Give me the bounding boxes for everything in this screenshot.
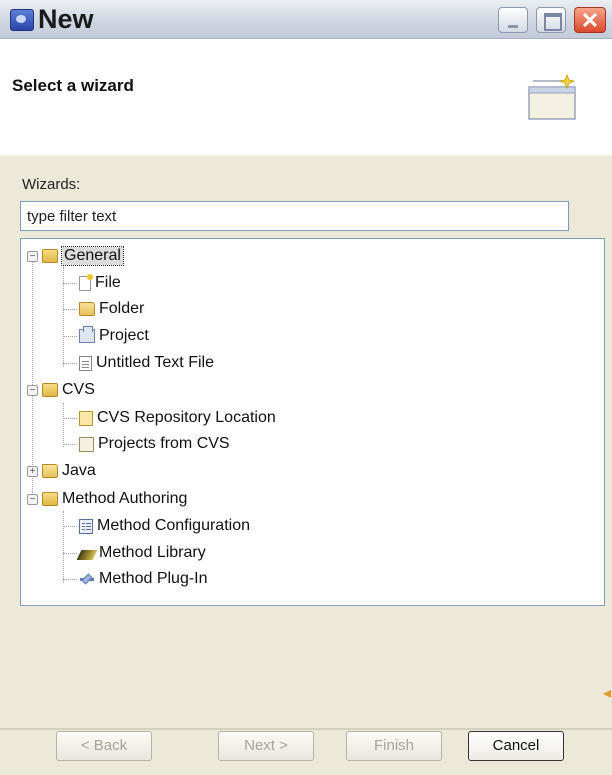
- tree-item-general[interactable]: − General: [27, 243, 124, 269]
- tree-guide-line: [63, 267, 64, 367]
- tree-item-label: CVS Repository Location: [97, 409, 276, 426]
- tree-item-label: Folder: [99, 300, 145, 317]
- tree-item-untitled-text-file[interactable]: Untitled Text File: [79, 350, 214, 376]
- wizard-tree[interactable]: − General File Folder Project Untitled T…: [20, 238, 605, 606]
- tree-guide-line: [63, 363, 77, 364]
- plug-in-icon: [79, 573, 95, 585]
- tree-guide-line: [63, 553, 77, 554]
- collapse-icon[interactable]: −: [27, 250, 38, 262]
- tree-item-file[interactable]: File: [79, 270, 121, 296]
- tree-item-project[interactable]: Project: [79, 323, 149, 349]
- tree-item-label: Untitled Text File: [96, 354, 214, 371]
- open-folder-icon: [42, 492, 58, 506]
- finish-button[interactable]: Finish: [346, 731, 442, 761]
- repository-icon: [79, 410, 93, 426]
- tree-item-label: CVS: [62, 381, 95, 398]
- configuration-icon: [79, 518, 93, 534]
- wizard-banner-icon: [528, 73, 576, 120]
- close-icon: ✕: [580, 8, 600, 33]
- tree-guide-line: [63, 403, 64, 447]
- tree-item-cvs[interactable]: − CVS: [27, 377, 95, 403]
- collapse-icon[interactable]: −: [27, 384, 38, 396]
- minimize-button[interactable]: [498, 7, 528, 33]
- tree-item-method-plug-in[interactable]: Method Plug-In: [79, 566, 208, 592]
- checkout-project-icon: [79, 436, 94, 452]
- tree-item-method-authoring[interactable]: − Method Authoring: [27, 486, 187, 512]
- tree-item-method-configuration[interactable]: Method Configuration: [79, 513, 250, 539]
- header-banner: Select a wizard: [0, 39, 612, 155]
- new-wizard-dialog: New ✕ Select a wizard Wizards: type filt…: [0, 0, 612, 775]
- text-file-icon: [79, 355, 92, 371]
- tree-item-folder[interactable]: Folder: [79, 296, 144, 322]
- cancel-button[interactable]: Cancel: [468, 731, 564, 761]
- tree-item-label: General: [61, 246, 124, 266]
- banner-separator: [0, 154, 612, 156]
- new-file-icon: [79, 273, 93, 291]
- tree-item-method-library[interactable]: Method Library: [76, 540, 206, 566]
- tree-guide-line: [63, 511, 64, 583]
- tree-guide-line: [63, 283, 77, 284]
- tree-guide-line: [63, 309, 77, 310]
- title-bar[interactable]: New ✕: [0, 0, 612, 39]
- resize-grip-icon: ◂: [603, 685, 612, 702]
- open-folder-icon: [42, 249, 58, 263]
- tree-item-java[interactable]: + Java: [27, 458, 96, 484]
- expand-icon[interactable]: +: [27, 465, 38, 477]
- project-icon: [79, 326, 95, 343]
- wizard-filter-input[interactable]: [20, 201, 569, 231]
- tree-guide-line: [63, 418, 77, 419]
- open-folder-icon: [42, 383, 58, 397]
- maximize-icon: [544, 13, 562, 31]
- tree-item-label: Method Library: [99, 544, 206, 561]
- tree-guide-line: [63, 579, 77, 580]
- wizards-label: Wizards:: [22, 176, 81, 193]
- library-icon: [76, 549, 98, 560]
- window-title: New: [38, 4, 94, 34]
- eclipse-app-icon: [10, 9, 34, 31]
- button-bar-separator: [0, 728, 612, 730]
- tree-item-label: Method Configuration: [97, 517, 250, 534]
- page-title: Select a wizard: [12, 76, 134, 95]
- minimize-icon: [508, 25, 518, 28]
- tree-item-label: Method Plug-In: [99, 570, 208, 587]
- tree-guide-line: [63, 526, 77, 527]
- tree-item-projects-from-cvs[interactable]: Projects from CVS: [79, 431, 230, 457]
- folder-icon: [42, 464, 58, 478]
- tree-item-cvs-repository-location[interactable]: CVS Repository Location: [79, 405, 276, 431]
- next-button[interactable]: Next >: [218, 731, 314, 761]
- back-button[interactable]: < Back: [56, 731, 152, 761]
- tree-item-label: Java: [62, 462, 96, 479]
- tree-item-label: Method Authoring: [62, 490, 188, 507]
- maximize-button[interactable]: [536, 7, 566, 33]
- folder-icon: [79, 302, 95, 316]
- tree-guide-line: [63, 444, 77, 445]
- tree-item-label: File: [95, 274, 121, 291]
- tree-item-label: Projects from CVS: [98, 435, 230, 452]
- tree-item-label: Project: [99, 327, 149, 344]
- close-button[interactable]: ✕: [574, 7, 606, 33]
- collapse-icon[interactable]: −: [27, 493, 38, 505]
- tree-guide-line: [63, 336, 77, 337]
